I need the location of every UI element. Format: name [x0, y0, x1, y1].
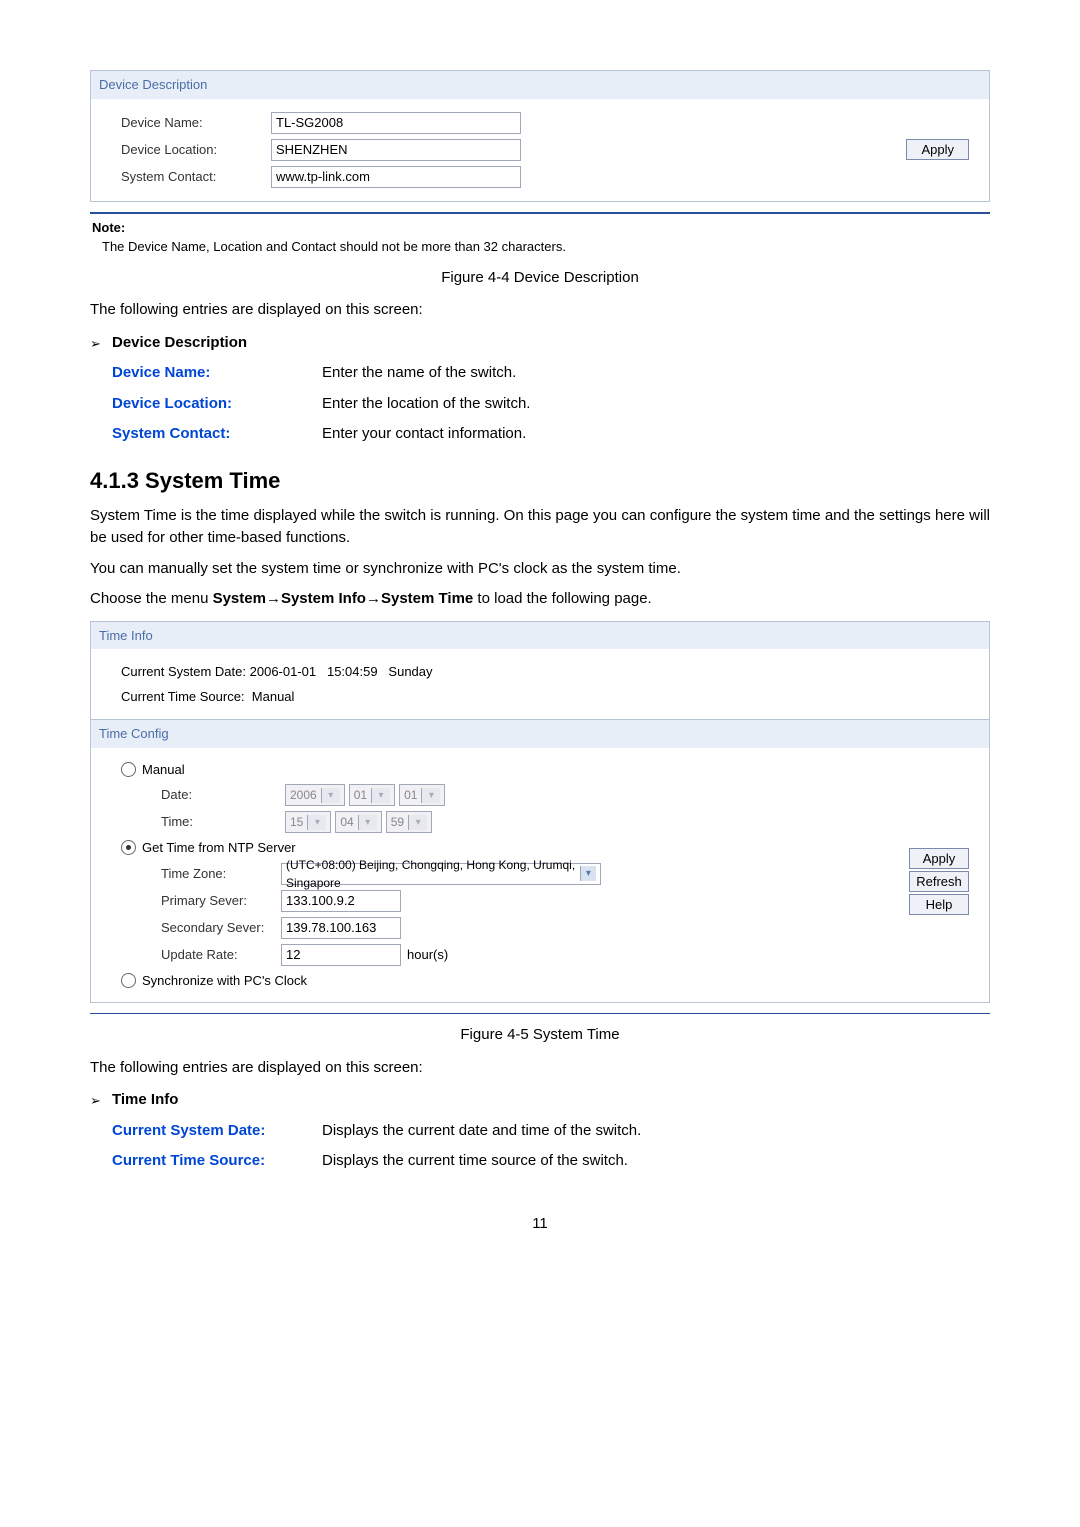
def-desc: Displays the current time source of the … — [322, 1150, 990, 1173]
menu-b3: System Time — [381, 590, 473, 607]
note-label: Note: — [92, 218, 988, 238]
section-heading-system-time: 4.1.3 System Time — [90, 464, 990, 497]
secondary-server-input[interactable] — [281, 917, 401, 939]
chevron-down-icon: ▾ — [358, 815, 377, 830]
time-minute-select[interactable]: 04▾ — [335, 811, 381, 833]
menu-path: Choose the menu System→System Info→Syste… — [90, 588, 990, 611]
timezone-select[interactable]: (UTC+08:00) Beijing, Chongqing, Hong Kon… — [281, 863, 601, 885]
entries-intro-2: The following entries are displayed on t… — [90, 1057, 990, 1080]
menu-suffix: to load the following page. — [473, 590, 651, 607]
def-desc: Enter the location of the switch. — [322, 393, 990, 416]
menu-b1: System — [213, 590, 266, 607]
def-desc: Enter the name of the switch. — [322, 362, 990, 385]
def-term: Device Name: — [112, 362, 322, 385]
page-number: 11 — [90, 1213, 990, 1236]
update-rate-label: Update Rate: — [161, 945, 281, 965]
menu-arrow: → — [266, 590, 281, 607]
help-button[interactable]: Help — [909, 894, 969, 915]
sync-pc-label: Synchronize with PC's Clock — [142, 971, 307, 991]
update-rate-input[interactable] — [281, 944, 401, 966]
chevron-down-icon: ▾ — [321, 788, 340, 803]
chevron-down-icon: ▾ — [307, 815, 326, 830]
primary-server-input[interactable] — [281, 890, 401, 912]
time-info-panel: Time Info Current System Date: 2006-01-0… — [90, 621, 990, 1004]
panel-title: Time Config — [91, 719, 989, 748]
panel-title: Time Info — [91, 622, 989, 650]
current-system-date-label: Current System Date: — [121, 662, 246, 682]
note-box: Note: The Device Name, Location and Cont… — [92, 218, 988, 257]
def-term: System Contact: — [112, 423, 322, 446]
separator — [90, 1013, 990, 1014]
chevron-down-icon: ▾ — [371, 788, 390, 803]
time-second-select[interactable]: 59▾ — [386, 811, 432, 833]
manual-radio[interactable] — [121, 762, 136, 777]
current-system-time-value: 15:04:59 — [327, 662, 378, 682]
panel-title: Device Description — [91, 71, 989, 99]
system-contact-input[interactable] — [271, 166, 521, 188]
date-label: Date: — [161, 785, 281, 805]
timezone-value: (UTC+08:00) Beijing, Chongqing, Hong Kon… — [286, 856, 576, 892]
apply-button[interactable]: Apply — [909, 848, 969, 869]
menu-b2: System Info — [281, 590, 366, 607]
ntp-radio[interactable] — [121, 840, 136, 855]
device-name-label: Device Name: — [121, 113, 271, 133]
refresh-button[interactable]: Refresh — [909, 871, 969, 892]
apply-button[interactable]: Apply — [906, 139, 969, 160]
def-term: Device Location: — [112, 393, 322, 416]
menu-arrow: → — [366, 590, 381, 607]
chevron-down-icon: ▾ — [408, 815, 427, 830]
menu-prefix: Choose the menu — [90, 590, 213, 607]
def-desc: Displays the current date and time of th… — [322, 1120, 990, 1143]
time-label: Time: — [161, 812, 281, 832]
figure-caption-4-5: Figure 4-5 System Time — [90, 1024, 990, 1047]
device-name-input[interactable] — [271, 112, 521, 134]
time-hour-select[interactable]: 15▾ — [285, 811, 331, 833]
figure-caption-4-4: Figure 4-4 Device Description — [90, 267, 990, 290]
device-description-heading: Device Description — [112, 332, 247, 355]
system-contact-label: System Contact: — [121, 167, 271, 187]
note-text: The Device Name, Location and Contact sh… — [102, 237, 988, 257]
date-year-select[interactable]: 2006▾ — [285, 784, 345, 806]
chevron-down-icon: ▾ — [421, 788, 440, 803]
current-system-day: Sunday — [388, 662, 432, 682]
sync-pc-radio[interactable] — [121, 973, 136, 988]
def-term: Current Time Source: — [112, 1150, 322, 1173]
def-desc: Enter your contact information. — [322, 423, 990, 446]
device-location-input[interactable] — [271, 139, 521, 161]
device-location-label: Device Location: — [121, 140, 271, 160]
system-time-paragraph: System Time is the time displayed while … — [90, 505, 990, 550]
time-info-heading: Time Info — [112, 1089, 178, 1112]
chevron-down-icon: ▾ — [580, 866, 596, 881]
secondary-server-label: Secondary Sever: — [161, 918, 281, 938]
entries-intro-1: The following entries are displayed on t… — [90, 299, 990, 322]
def-term: Current System Date: — [112, 1120, 322, 1143]
manual-paragraph: You can manually set the system time or … — [90, 558, 990, 581]
date-day-select[interactable]: 01▾ — [399, 784, 445, 806]
timezone-label: Time Zone: — [161, 864, 281, 884]
current-time-source-label: Current Time Source: — [121, 687, 245, 707]
current-system-date-value: 2006-01-01 — [250, 662, 317, 682]
primary-server-label: Primary Sever: — [161, 891, 281, 911]
date-month-select[interactable]: 01▾ — [349, 784, 395, 806]
update-rate-unit: hour(s) — [407, 945, 448, 965]
device-description-panel: Device Description Device Name: Device L… — [90, 70, 990, 202]
bullet-icon: ➢ — [90, 332, 112, 354]
manual-radio-label: Manual — [142, 760, 185, 780]
separator — [90, 212, 990, 214]
ntp-radio-label: Get Time from NTP Server — [142, 838, 296, 858]
current-time-source-value: Manual — [252, 687, 295, 707]
bullet-icon: ➢ — [90, 1089, 112, 1111]
